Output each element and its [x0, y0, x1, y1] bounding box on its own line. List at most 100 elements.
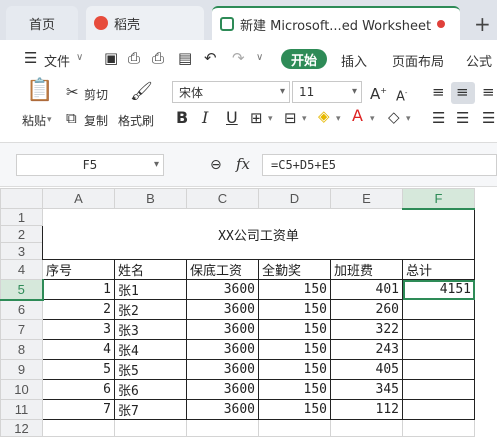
- row-header-5[interactable]: 5: [0, 279, 44, 301]
- row-header-6[interactable]: 6: [0, 299, 43, 320]
- bold-button[interactable]: B: [176, 110, 188, 126]
- cut-button[interactable]: 剪切: [84, 86, 108, 103]
- align-top-icon[interactable]: ≡: [432, 84, 445, 100]
- column-header-e[interactable]: E: [330, 188, 403, 209]
- format-painter-icon[interactable]: 🖌: [130, 83, 153, 101]
- data-cell[interactable]: 150: [258, 299, 331, 320]
- format-painter-button[interactable]: 格式刷: [118, 112, 154, 129]
- data-cell[interactable]: 张6: [114, 379, 187, 400]
- export-pdf-icon[interactable]: ⎙: [128, 50, 140, 66]
- print-preview-icon[interactable]: ▤: [178, 50, 192, 66]
- align-left-icon[interactable]: ☰: [432, 110, 445, 126]
- data-cell[interactable]: 150: [258, 319, 331, 340]
- data-cell[interactable]: 6: [42, 379, 115, 400]
- selected-cell-f5[interactable]: 4151: [402, 279, 475, 300]
- header-cell[interactable]: 全勤奖: [258, 259, 331, 280]
- row-header-3[interactable]: 3: [0, 242, 43, 260]
- data-cell[interactable]: 张2: [114, 299, 187, 320]
- data-cell[interactable]: 3: [42, 319, 115, 340]
- border-icon[interactable]: ⊞: [250, 110, 263, 126]
- redo-icon[interactable]: ↷: [232, 50, 245, 66]
- new-tab-button[interactable]: +: [474, 12, 491, 36]
- copy-button[interactable]: 复制: [84, 112, 108, 129]
- header-cell[interactable]: 加班费: [330, 259, 403, 280]
- menu-page-layout[interactable]: 页面布局: [392, 51, 444, 70]
- column-header-c[interactable]: C: [186, 188, 259, 209]
- data-cell[interactable]: 张1: [114, 279, 187, 300]
- data-cell[interactable]: 3600: [186, 359, 259, 380]
- italic-button[interactable]: I: [202, 110, 208, 126]
- row-header-12[interactable]: 12: [0, 419, 43, 437]
- paste-icon[interactable]: 📋: [26, 80, 53, 102]
- empty-cell[interactable]: [42, 419, 115, 437]
- decrease-font-icon[interactable]: A-: [396, 85, 407, 105]
- data-cell[interactable]: 3600: [186, 319, 259, 340]
- row-header-7[interactable]: 7: [0, 319, 43, 340]
- tab-docer[interactable]: 稻壳: [86, 6, 204, 40]
- data-cell[interactable]: 3600: [186, 339, 259, 360]
- data-cell[interactable]: 322: [330, 319, 403, 340]
- fill-color-dropdown-icon[interactable]: ▾: [336, 114, 341, 124]
- column-header-a[interactable]: A: [42, 188, 115, 209]
- tab-document[interactable]: 新建 Microsoft...ed Worksheet: [212, 6, 460, 40]
- fill-color-icon[interactable]: ◈: [318, 108, 330, 124]
- clear-dropdown-icon[interactable]: ▾: [406, 114, 411, 124]
- row-header-8[interactable]: 8: [0, 339, 43, 360]
- title-cell[interactable]: XX公司工资单: [42, 208, 475, 260]
- row-header-9[interactable]: 9: [0, 359, 43, 380]
- data-cell[interactable]: 3600: [186, 299, 259, 320]
- data-cell[interactable]: [402, 359, 475, 380]
- row-header-1[interactable]: 1: [0, 208, 43, 226]
- border-dropdown-icon[interactable]: ▾: [268, 114, 273, 124]
- empty-cell[interactable]: [330, 419, 403, 437]
- print-icon[interactable]: ⎙: [152, 50, 164, 66]
- menu-file[interactable]: 文件: [44, 51, 70, 70]
- data-cell[interactable]: 150: [258, 379, 331, 400]
- font-color-dropdown-icon[interactable]: ▾: [370, 114, 375, 124]
- clear-format-icon[interactable]: ◇: [388, 109, 400, 125]
- empty-cell[interactable]: [258, 419, 331, 437]
- header-cell[interactable]: 序号: [42, 259, 115, 280]
- increase-font-icon[interactable]: A+: [370, 83, 387, 102]
- name-box[interactable]: F5 ▾: [16, 154, 164, 176]
- underline-button[interactable]: U: [226, 110, 238, 126]
- cut-icon[interactable]: ✂: [66, 84, 79, 100]
- align-center-icon[interactable]: ☰: [456, 110, 469, 126]
- row-header-10[interactable]: 10: [0, 379, 43, 400]
- empty-cell[interactable]: [186, 419, 259, 437]
- data-cell[interactable]: 3600: [186, 279, 259, 300]
- data-cell[interactable]: 243: [330, 339, 403, 360]
- menu-insert[interactable]: 插入: [341, 51, 367, 70]
- data-cell[interactable]: 2: [42, 299, 115, 320]
- merge-cells-icon[interactable]: ⊟: [284, 110, 297, 126]
- data-cell[interactable]: [402, 339, 475, 360]
- align-right-icon[interactable]: ☰: [482, 110, 495, 126]
- empty-cell[interactable]: [114, 419, 187, 437]
- data-cell[interactable]: 5: [42, 359, 115, 380]
- data-cell[interactable]: 150: [258, 359, 331, 380]
- save-icon[interactable]: ▣: [104, 50, 118, 66]
- data-cell[interactable]: 张3: [114, 319, 187, 340]
- zoom-search-icon[interactable]: ⊖: [210, 157, 222, 173]
- formula-input[interactable]: =C5+D5+E5: [262, 154, 497, 176]
- font-size-select[interactable]: 11 ▾: [292, 81, 362, 103]
- copy-icon[interactable]: ⧉: [66, 110, 77, 126]
- data-cell[interactable]: 150: [258, 279, 331, 300]
- menu-icon[interactable]: ☰: [24, 49, 37, 67]
- menu-formula[interactable]: 公式: [466, 51, 492, 70]
- data-cell[interactable]: 260: [330, 299, 403, 320]
- header-cell[interactable]: 保底工资: [186, 259, 259, 280]
- font-color-icon[interactable]: A: [352, 108, 363, 124]
- fx-icon[interactable]: fx: [236, 155, 250, 173]
- data-cell[interactable]: 4: [42, 339, 115, 360]
- data-cell[interactable]: [402, 379, 475, 400]
- data-cell[interactable]: 401: [330, 279, 403, 300]
- header-cell[interactable]: 姓名: [114, 259, 187, 280]
- empty-cell[interactable]: [402, 419, 475, 437]
- select-all-corner[interactable]: [0, 188, 43, 209]
- column-header-d[interactable]: D: [258, 188, 331, 209]
- undo-icon[interactable]: ↶: [204, 50, 217, 66]
- data-cell[interactable]: 345: [330, 379, 403, 400]
- data-cell[interactable]: [402, 299, 475, 320]
- paste-button-label[interactable]: 粘贴: [22, 112, 46, 129]
